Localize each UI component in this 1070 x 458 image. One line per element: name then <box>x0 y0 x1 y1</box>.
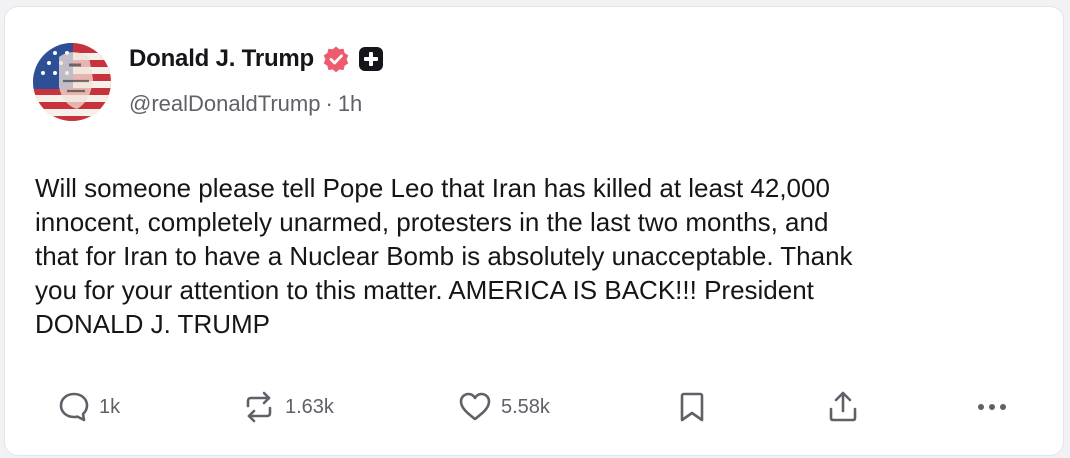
avatar[interactable] <box>33 43 111 121</box>
more-icon <box>978 404 1006 410</box>
repost-count: 1.63k <box>285 395 334 418</box>
like-count: 5.58k <box>501 395 550 418</box>
reply-icon <box>59 392 89 422</box>
verified-badge-icon <box>322 45 350 73</box>
post-card: Donald J. Trump @realDonaldTrump · 1h Will… <box>4 6 1064 456</box>
repost-button[interactable]: 1.63k <box>241 387 334 427</box>
repost-icon <box>246 391 272 423</box>
share-icon <box>829 391 857 422</box>
post-body: Will someone please tell Pope Leo that I… <box>35 173 853 339</box>
separator-dot: · <box>325 91 333 117</box>
more-options-button[interactable] <box>975 387 1009 427</box>
handle-row: @realDonaldTrump · 1h <box>129 90 362 117</box>
reply-button[interactable]: 1k <box>57 387 120 427</box>
action-bar: 1k 1.63k 5.58k <box>5 387 1065 427</box>
bookmark-icon <box>680 392 704 422</box>
author-name[interactable]: Donald J. Trump <box>129 45 314 73</box>
post-time[interactable]: 1h <box>338 91 362 116</box>
heart-icon <box>459 392 491 421</box>
plus-badge-icon <box>358 46 384 72</box>
share-button[interactable] <box>825 387 861 427</box>
reply-count: 1k <box>99 395 121 418</box>
author-row: Donald J. Trump <box>129 45 384 73</box>
author-handle[interactable]: @realDonaldTrump <box>129 91 320 116</box>
like-button[interactable]: 5.58k <box>457 387 550 427</box>
bookmark-button[interactable] <box>677 387 707 427</box>
